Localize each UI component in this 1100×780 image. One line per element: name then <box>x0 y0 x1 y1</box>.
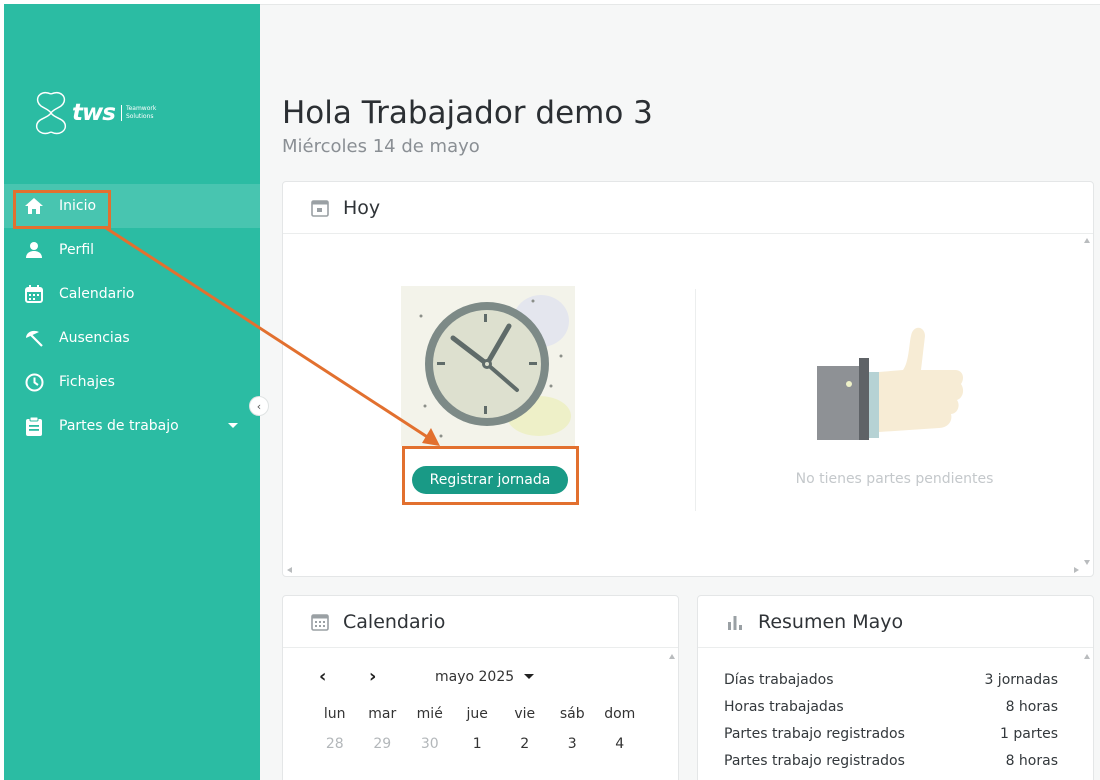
summary-row: Horas trabajadas 8 horas <box>724 699 1058 726</box>
summary-value: 3 jornadas <box>984 672 1058 688</box>
beach-umbrella-icon <box>24 328 44 348</box>
month-label: mayo 2025 <box>435 668 515 685</box>
scroll-down-arrow-icon[interactable] <box>1084 560 1090 565</box>
calendar-icon <box>311 613 329 631</box>
today-card-body: Registrar jornada No tienes partes pendi… <box>283 234 1093 576</box>
summary-card-title: Resumen Mayo <box>758 610 904 633</box>
clock-icon <box>24 372 44 392</box>
no-pending-parts-text: No tienes partes pendientes <box>795 471 994 487</box>
calendar-card-header: Calendario <box>283 596 678 648</box>
logo-subtitle-line1: Teamwork <box>125 105 157 112</box>
weekday-header: sáb <box>559 706 585 722</box>
sidebar-item-label: Calendario <box>59 286 135 302</box>
clipboard-icon <box>24 416 44 436</box>
summary-value: 8 horas <box>1005 699 1058 715</box>
summary-label: Días trabajados <box>724 672 834 688</box>
summary-card-header: Resumen Mayo <box>698 596 1093 648</box>
sidebar-item-perfil[interactable]: Perfil <box>4 228 260 272</box>
logo-wordmark: tws <box>72 100 116 126</box>
scroll-right-arrow-icon[interactable] <box>1074 567 1079 573</box>
calendar-day[interactable]: 4 <box>596 736 644 754</box>
prev-month-button[interactable]: ‹ <box>319 666 369 687</box>
scroll-up-arrow-icon[interactable] <box>669 654 675 659</box>
summary-row: Días trabajados 3 jornadas <box>724 672 1058 699</box>
bar-chart-icon <box>726 613 744 631</box>
sidebar-item-calendario[interactable]: Calendario <box>4 272 260 316</box>
scroll-up-arrow-icon[interactable] <box>1084 654 1090 659</box>
page-title: Hola Trabajador demo 3 <box>282 95 653 131</box>
calendar-day[interactable]: 30 <box>406 736 454 754</box>
chevron-left-icon: ‹ <box>256 399 262 413</box>
summary-value: 1 partes <box>1000 726 1058 742</box>
calendar-day-icon <box>311 199 329 217</box>
today-card: Hoy Registrar jornada No tienes partes p… <box>282 181 1094 577</box>
weekday-header: vie <box>514 706 536 722</box>
user-icon <box>24 240 44 260</box>
today-card-header: Hoy <box>283 182 1093 234</box>
calendar-day[interactable]: 3 <box>549 736 597 754</box>
page-date: Miércoles 14 de mayo <box>282 136 480 157</box>
sidebar-item-label: Perfil <box>59 242 95 258</box>
weekday-header: jue <box>466 706 488 722</box>
caret-down-icon <box>524 674 535 679</box>
summary-table: Días trabajados 3 jornadas Horas trabaja… <box>724 672 1058 780</box>
calendar-card-title: Calendario <box>343 610 446 633</box>
main-content: Hola Trabajador demo 3 Miércoles 14 de m… <box>260 4 1100 780</box>
highlight-box-register-button <box>402 446 579 505</box>
calendar-card: Calendario ‹ › mayo 2025 lun mar mié jue… <box>282 595 679 780</box>
thumbs-up-illustration <box>815 314 965 442</box>
tws-logo[interactable]: tws Teamwork Solutions <box>34 88 156 138</box>
summary-label: Partes trabajo registrados <box>724 726 905 742</box>
summary-card: Resumen Mayo Días trabajados 3 jornadas … <box>697 595 1094 780</box>
summary-row: Partes trabajo registrados 1 partes <box>724 726 1058 753</box>
sidebar-item-fichajes[interactable]: Fichajes <box>4 360 260 404</box>
weekday-header: dom <box>604 706 636 722</box>
sidebar: tws Teamwork Solutions Inicio Perfil Cal… <box>4 4 260 780</box>
weekday-header: lun <box>323 706 346 722</box>
sidebar-item-partes-de-trabajo[interactable]: Partes de trabajo <box>4 404 260 448</box>
butterfly-logo-icon <box>35 91 67 135</box>
today-card-title: Hoy <box>343 196 381 219</box>
scroll-left-arrow-icon[interactable] <box>287 567 292 573</box>
chevron-down-icon <box>228 423 238 428</box>
sidebar-item-ausencias[interactable]: Ausencias <box>4 316 260 360</box>
calendar-day[interactable]: 2 <box>501 736 549 754</box>
next-month-button[interactable]: › <box>369 666 419 687</box>
weekday-header: mar <box>368 706 397 722</box>
calendar-day[interactable]: 29 <box>359 736 407 754</box>
calendar-grid: lun mar mié jue vie sáb dom 28 29 30 1 2… <box>311 706 644 754</box>
month-selector[interactable]: mayo 2025 <box>435 668 535 685</box>
logo-subtitle: Teamwork Solutions <box>120 105 157 121</box>
logo-subtitle-line2: Solutions <box>125 113 154 120</box>
clock-illustration <box>401 286 575 446</box>
calendar-day[interactable]: 28 <box>311 736 359 754</box>
calendar-day[interactable]: 1 <box>454 736 502 754</box>
collapse-sidebar-button[interactable]: ‹ <box>249 396 269 416</box>
summary-label: Partes trabajo registrados <box>724 753 905 769</box>
summary-value: 8 horas <box>1005 753 1058 769</box>
calendar-navigation: ‹ › mayo 2025 <box>319 666 535 687</box>
calendar-icon <box>24 284 44 304</box>
summary-label: Horas trabajadas <box>724 699 844 715</box>
highlight-box-inicio <box>13 190 111 229</box>
weekday-header: mié <box>416 706 443 722</box>
sidebar-item-label: Partes de trabajo <box>59 418 179 434</box>
summary-row: Partes trabajo registrados 8 horas <box>724 753 1058 780</box>
sidebar-item-label: Ausencias <box>59 330 130 346</box>
scroll-up-arrow-icon[interactable] <box>1084 238 1090 243</box>
sidebar-item-label: Fichajes <box>59 374 115 390</box>
